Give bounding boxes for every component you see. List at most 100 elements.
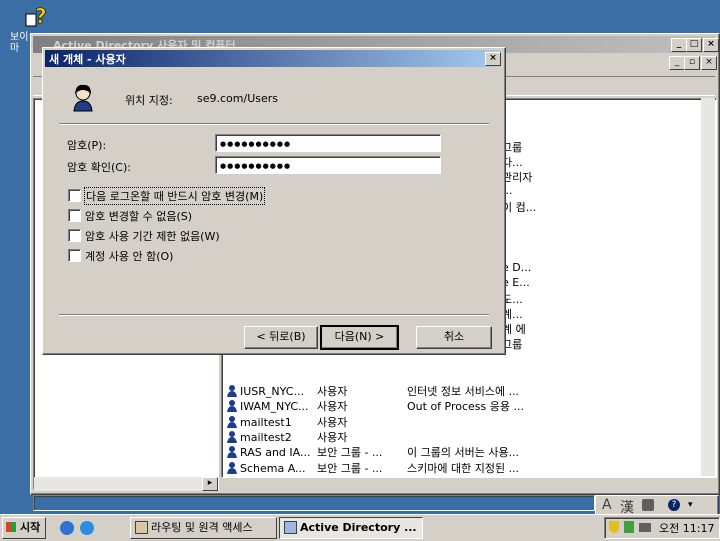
- new-user-dialog: 새 개체 - 사용자 × 위치 지정: se9.com/Users 암호(P):…: [42, 47, 506, 355]
- desc-fragment: e E...: [502, 276, 530, 289]
- ime-mode-a[interactable]: A: [602, 497, 612, 513]
- desc-fragment: 관리자: [502, 171, 533, 184]
- list-desc-fragments-top: 그룹 다... 관리자 ... 이 컴...: [502, 139, 542, 214]
- dialog-titlebar[interactable]: 새 개체 - 사용자 ×: [45, 50, 501, 67]
- svg-text:?: ?: [35, 4, 47, 28]
- next-button[interactable]: 다음(N) >: [320, 325, 399, 350]
- row-name: RAS and IA...: [240, 446, 311, 460]
- row-type: 사용자: [317, 400, 348, 414]
- must-change-password-label[interactable]: 다음 로그온할 때 반드시 암호 변경(M): [83, 187, 266, 205]
- row-name: IWAM_NYC...: [240, 400, 309, 414]
- password-label: 암호(P):: [67, 139, 107, 152]
- keyboard-icon[interactable]: [639, 523, 651, 532]
- row-name: mailtest2: [240, 430, 292, 444]
- row-type: 보안 그룹 - ...: [317, 446, 383, 460]
- user-icon: [226, 476, 238, 477]
- confirm-password-label: 암호 확인(C):: [67, 161, 131, 174]
- back-button[interactable]: < 뒤로(B): [244, 326, 318, 349]
- desktop-icon-security[interactable]: ?: [24, 4, 50, 30]
- user-icon: [226, 430, 238, 443]
- network-icon[interactable]: [624, 521, 634, 533]
- row-description: 이 그룹의 서버는 사용...: [407, 446, 520, 460]
- list-row[interactable]: IUSR_NYC... 사용자 인터넷 정보 서비스에 ...: [224, 384, 534, 399]
- list-row[interactable]: RAS and IA... 보안 그룹 - ... 이 그룹의 서버는 사용...: [224, 445, 534, 460]
- row-description: 인터넷 정보 서비스에 ...: [407, 385, 520, 398]
- minimize-button[interactable]: _: [671, 38, 687, 52]
- row-type: 사용자: [317, 476, 347, 478]
- list-row[interactable]: SUPPORT_... 사용자 도움말 및 지원 서비스...: [224, 476, 534, 478]
- desc-fragment: 다...: [502, 156, 523, 169]
- confirm-password-field[interactable]: ●●●●●●●●●●: [215, 156, 441, 174]
- group-icon: [226, 445, 238, 459]
- cannot-change-password-checkbox[interactable]: [68, 209, 81, 222]
- list-row[interactable]: mailtest2 사용자: [224, 430, 534, 445]
- close-button[interactable]: ×: [703, 38, 719, 52]
- help-question-icon: ?: [25, 4, 47, 28]
- user-icon: [226, 384, 238, 397]
- child-close-button[interactable]: ×: [701, 56, 717, 70]
- routing-app-icon: [135, 521, 148, 534]
- taskbar-active-directory[interactable]: Active Directory ...: [279, 517, 423, 539]
- status-bar: [33, 495, 595, 511]
- quicklaunch-ie-icon[interactable]: [60, 521, 74, 535]
- row-description: 도움말 및 지원 서비스...: [407, 476, 519, 478]
- windows-logo-icon: [6, 522, 16, 532]
- row-name: mailtest1: [240, 415, 292, 429]
- row-description: Out of Process 응용 ...: [407, 400, 524, 414]
- start-button[interactable]: 시작: [2, 517, 46, 539]
- row-name: IUSR_NYC...: [240, 385, 304, 398]
- row-type: 사용자: [317, 430, 348, 444]
- cancel-button[interactable]: 취소: [416, 326, 492, 349]
- row-type: 사용자: [317, 415, 348, 429]
- user-icon: [226, 399, 238, 413]
- user-avatar-icon: [71, 82, 97, 112]
- password-never-expires-label[interactable]: 암호 사용 기간 제한 없음(W): [85, 228, 220, 244]
- list-row[interactable]: mailtest1 사용자: [224, 415, 534, 430]
- location-value: se9.com/Users: [197, 92, 278, 105]
- desc-fragment: ...: [502, 184, 513, 197]
- child-minimize-button[interactable]: _: [669, 56, 685, 70]
- help-icon[interactable]: ?: [668, 499, 680, 511]
- desc-fragment: e D...: [502, 261, 532, 274]
- row-name: SUPPORT_...: [240, 476, 307, 478]
- desc-fragment: 도...: [502, 293, 523, 306]
- mdi-child-bar: _ ▫ ×: [499, 56, 717, 72]
- account-disabled-label[interactable]: 계정 사용 안 함(O): [85, 248, 173, 264]
- dialog-close-button[interactable]: ×: [485, 52, 501, 66]
- desc-fragment: 계...: [502, 308, 523, 321]
- row-name: Schema A...: [240, 461, 306, 475]
- list-row[interactable]: IWAM_NYC... 사용자 Out of Process 응용 ...: [224, 399, 534, 414]
- task-label: Active Directory ...: [300, 521, 417, 534]
- ad-app-icon: [284, 521, 297, 534]
- account-disabled-checkbox[interactable]: [68, 249, 81, 262]
- ime-tools-icon[interactable]: [642, 499, 654, 511]
- row-type: 사용자: [317, 385, 348, 398]
- list-desc-fragments-mid: e D... e E... 도... 계... 계 에 그룹: [502, 261, 542, 351]
- row-type: 보안 그룹 - ...: [317, 461, 383, 475]
- row-description: 스키마에 대한 지정된 ...: [407, 461, 520, 475]
- taskbar-routing-remote-access[interactable]: 라우팅 및 원격 액세스: [130, 517, 277, 539]
- desc-fragment: 이 컴...: [502, 201, 537, 214]
- task-label: 라우팅 및 원격 액세스: [151, 521, 253, 534]
- start-label: 시작: [20, 521, 41, 534]
- desc-fragment: 그룹: [502, 141, 523, 154]
- password-field[interactable]: ●●●●●●●●●●: [215, 134, 441, 152]
- child-restore-button[interactable]: ▫: [684, 56, 700, 70]
- must-change-password-checkbox[interactable]: [68, 189, 81, 202]
- desc-fragment: 그룹: [502, 338, 523, 351]
- user-icon: [226, 415, 238, 428]
- desktop-icon-label: 보이 마: [10, 32, 29, 54]
- quicklaunch-explorer-icon[interactable]: [80, 521, 94, 535]
- tree-scroll-right-button[interactable]: ▸: [202, 477, 218, 491]
- location-label: 위치 지정:: [125, 94, 173, 107]
- tree-hscrollbar[interactable]: ▸: [34, 477, 218, 491]
- security-shield-icon[interactable]: [609, 521, 619, 533]
- cannot-change-password-label[interactable]: 암호 변경할 수 없음(S): [85, 208, 192, 224]
- system-tray: 오전 11:17: [604, 517, 720, 539]
- list-row[interactable]: Schema A... 보안 그룹 - ... 스키마에 대한 지정된 ...: [224, 461, 534, 476]
- password-never-expires-checkbox[interactable]: [68, 229, 81, 242]
- list-vscrollbar[interactable]: [701, 98, 715, 476]
- maximize-button[interactable]: □: [686, 38, 702, 52]
- ime-options-icon[interactable]: ▾: [688, 499, 700, 511]
- clock[interactable]: 오전 11:17: [659, 520, 714, 536]
